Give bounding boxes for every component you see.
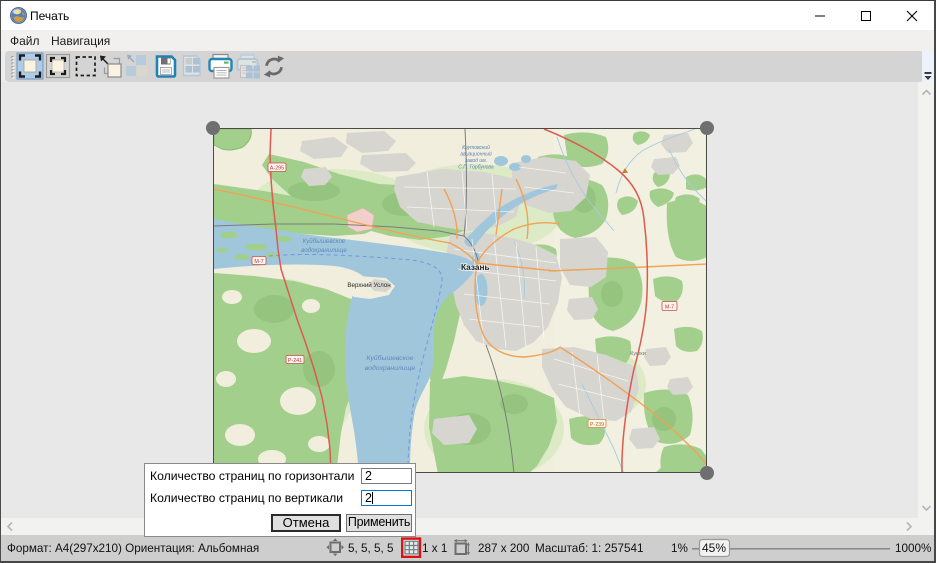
svg-text:С.П. Горбунова: С.П. Горбунова [458, 165, 494, 171]
svg-text:Р-241: Р-241 [288, 358, 302, 364]
svg-text:Р-239: Р-239 [590, 422, 604, 428]
svg-text:Казань: Казань [461, 262, 490, 272]
svg-text:А-295: А-295 [270, 166, 284, 172]
svg-text:авиационный: авиационный [460, 151, 492, 158]
svg-text:М-7: М-7 [665, 304, 674, 310]
svg-text:М-7: М-7 [254, 259, 263, 265]
svg-text:водохранилище: водохранилище [365, 364, 415, 372]
svg-text:Верхний Услон: Верхний Услон [347, 282, 390, 289]
svg-text:Куйбышевское: Куйбышевское [303, 238, 346, 245]
svg-text:водохранилище: водохранилище [301, 247, 347, 254]
svg-text:Куюки: Куюки [630, 351, 646, 357]
svg-text:Куйбышевское: Куйбышевское [367, 354, 414, 362]
svg-text:Крутовский: Крутовский [462, 144, 490, 151]
svg-text:завод им.: завод им. [464, 158, 487, 164]
svg-text:45%: 45% [702, 541, 726, 555]
